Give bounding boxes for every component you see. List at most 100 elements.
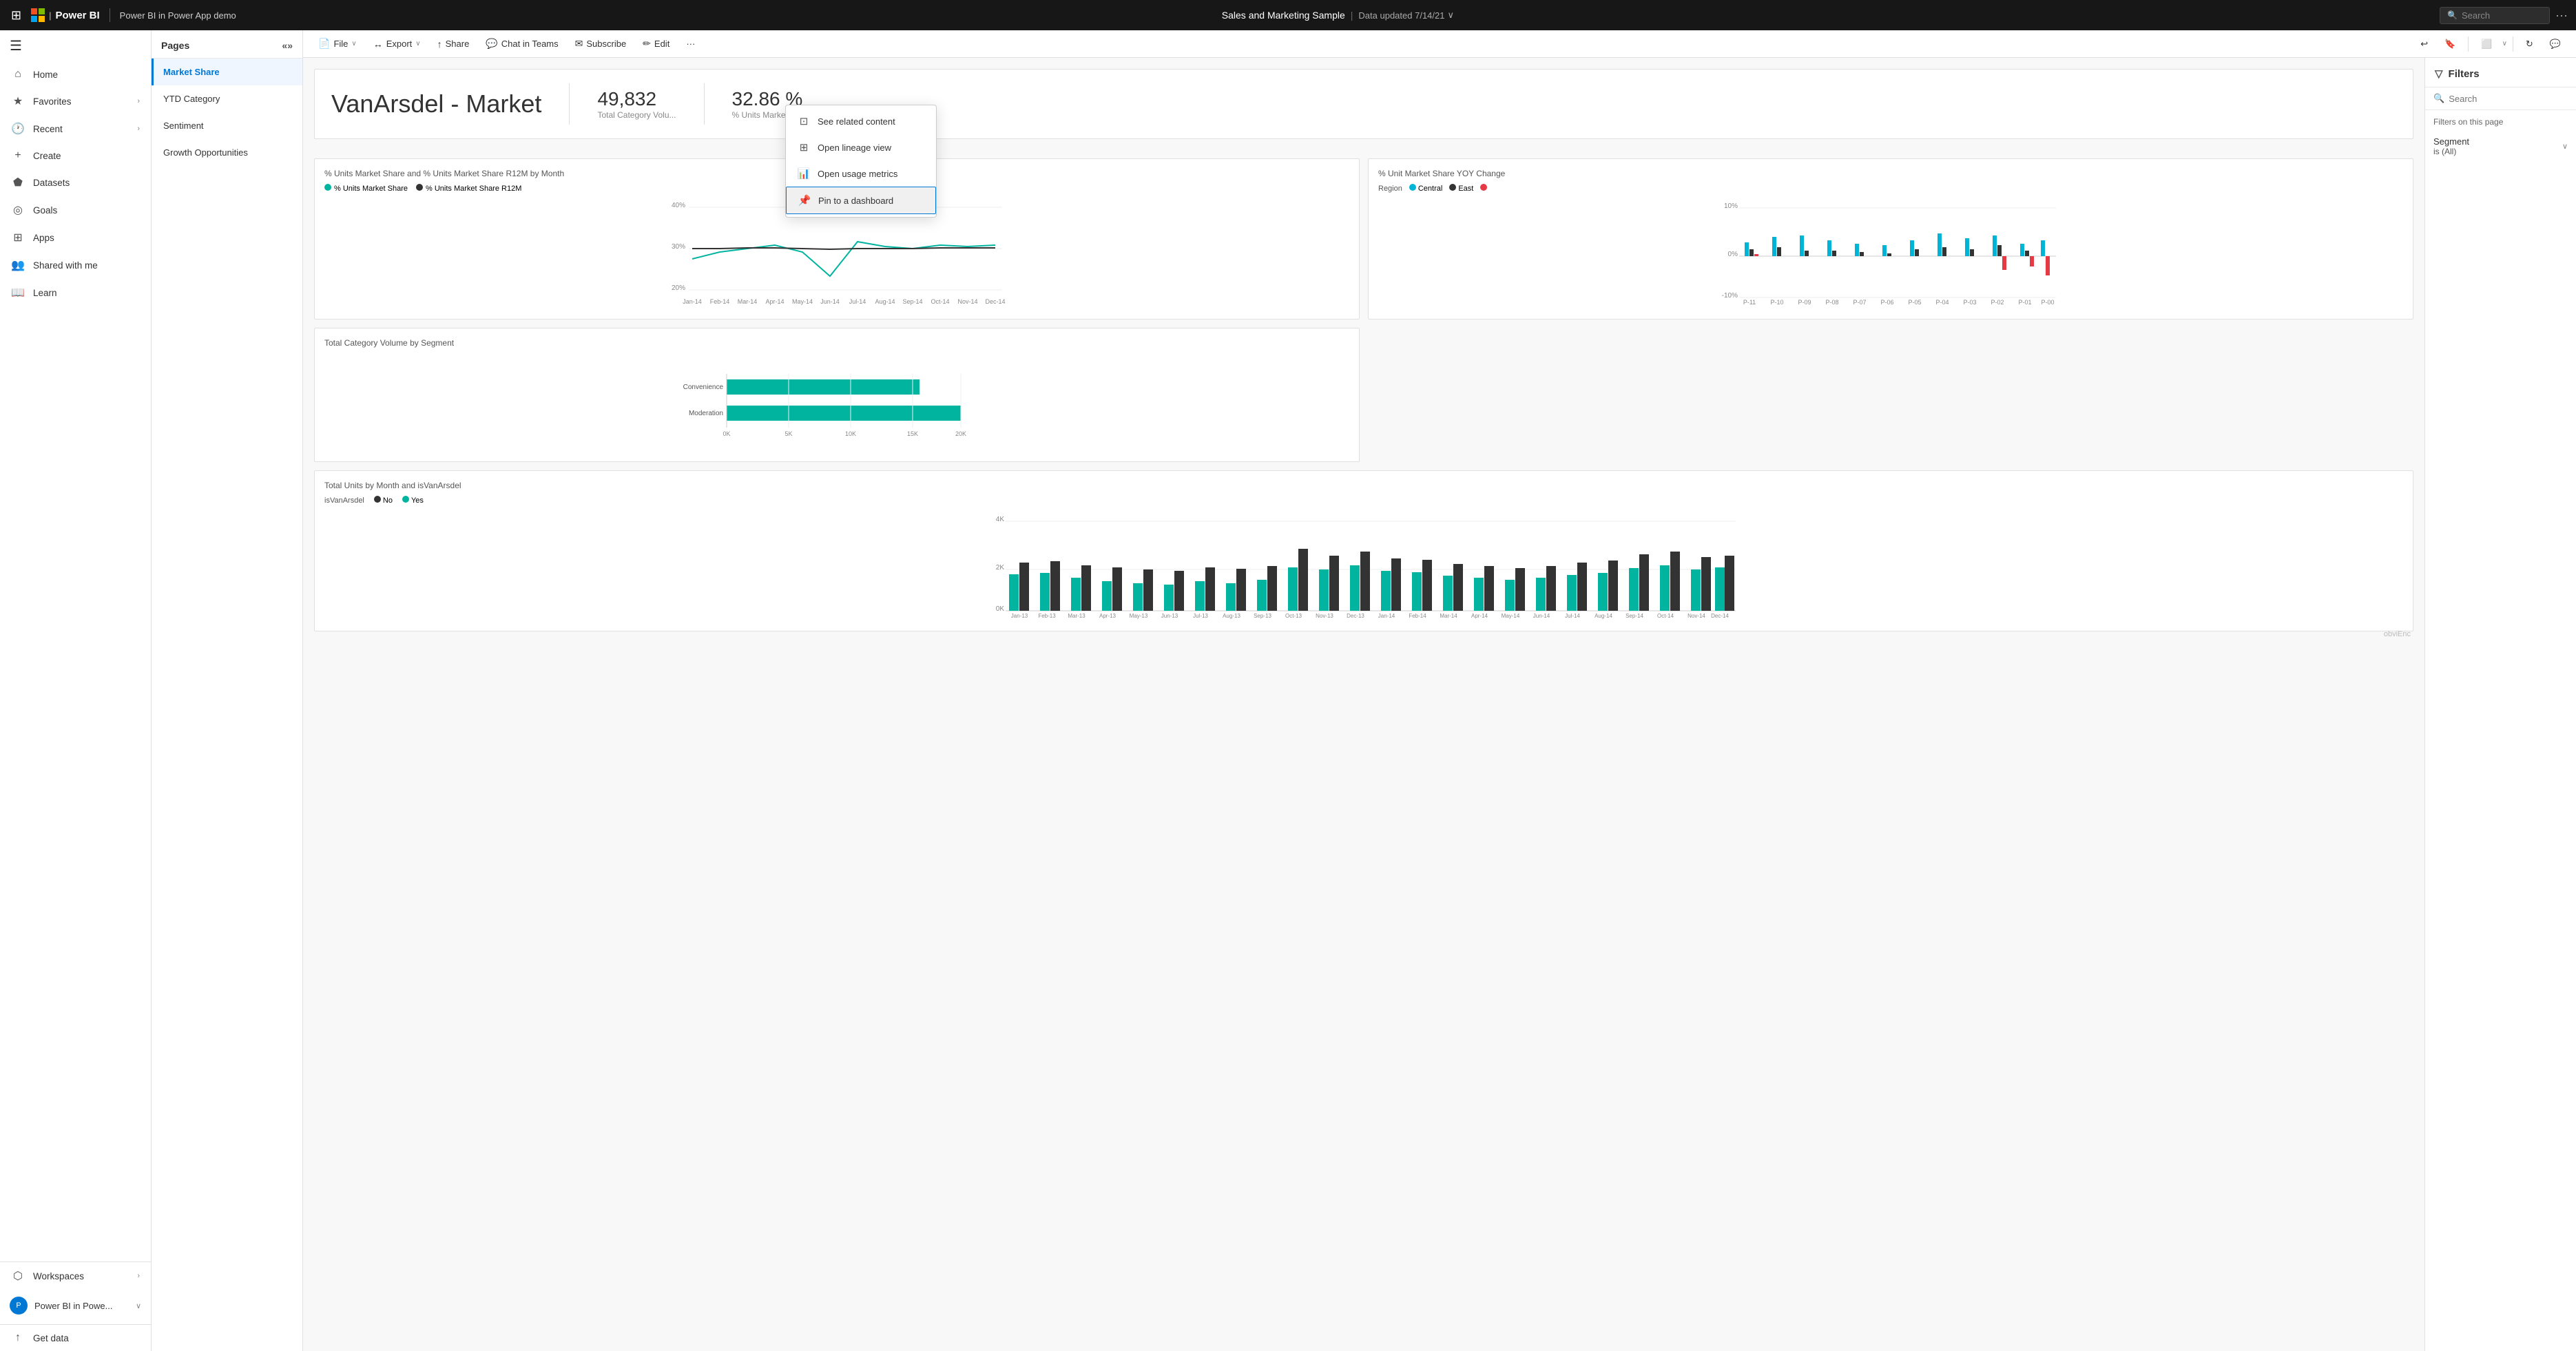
context-menu-item-pin-dashboard[interactable]: 📌 Pin to a dashboard	[786, 187, 936, 214]
sidebar-item-favorites[interactable]: ★ Favorites ›	[0, 87, 151, 115]
more-options-icon[interactable]: ···	[2555, 8, 2568, 23]
filters-search-input[interactable]	[2449, 94, 2570, 104]
filters-search[interactable]: 🔍	[2425, 87, 2576, 110]
sidebar-item-datasets[interactable]: ⬟ Datasets	[0, 169, 151, 196]
hero-metric-volume: 49,832 Total Category Volu...	[597, 88, 676, 120]
more-button[interactable]: ···	[679, 35, 702, 52]
sidebar-item-home[interactable]: ⌂ Home	[0, 61, 151, 87]
pages-collapse-icon[interactable]: «»	[282, 40, 293, 51]
context-menu-item-open-usage[interactable]: 📊 Open usage metrics	[786, 160, 936, 187]
filter-value: is (All)	[2433, 147, 2469, 156]
svg-text:P-09: P-09	[1798, 299, 1811, 306]
export-button[interactable]: ↔ Export ∨	[366, 35, 428, 53]
hero-divider-2	[704, 83, 705, 125]
filter-item-segment[interactable]: Segment is (All) ∨	[2425, 131, 2576, 162]
chevron-down-icon: ∨	[2562, 142, 2568, 151]
comment-button[interactable]: 💬	[2543, 35, 2568, 53]
svg-text:0%: 0%	[1728, 251, 1738, 258]
waffle-icon[interactable]: ⊞	[8, 6, 24, 25]
learn-icon: 📖	[11, 286, 25, 300]
sidebar-bottom: ⬡ Workspaces › P Power BI in Powe... ∨ ↑…	[0, 1261, 151, 1351]
file-button[interactable]: 📄 File ∨	[311, 34, 364, 53]
sidebar-item-create[interactable]: + Create	[0, 143, 151, 169]
sidebar-item-powerbi-workspace[interactable]: P Power BI in Powe... ∨	[0, 1290, 151, 1321]
share-icon: ↑	[437, 39, 442, 50]
top-bar: ⊞ | Power BI Power BI in Power App demo …	[0, 0, 2576, 30]
report-and-filters: VanArsdel - Market 49,832 Total Category…	[303, 58, 2576, 1351]
sidebar-item-label: Recent	[33, 124, 129, 134]
charts-row: % Units Market Share and % Units Market …	[314, 158, 2413, 320]
sidebar-item-shared[interactable]: 👥 Shared with me	[0, 251, 151, 279]
export-label: Export	[386, 39, 413, 49]
page-item-growth-opp[interactable]: Growth Opportunities	[152, 139, 302, 166]
chart-title: % Unit Market Share YOY Change	[1378, 169, 2403, 178]
chat-button[interactable]: 💬 Chat in Teams	[479, 34, 565, 53]
context-menu-label: See related content	[818, 116, 895, 127]
charts-row-2: Total Category Volume by Segment Conveni…	[314, 328, 2413, 462]
datasets-icon: ⬟	[11, 176, 25, 189]
svg-text:Jul-14: Jul-14	[849, 298, 866, 305]
legend-label: Yes	[411, 496, 424, 505]
sidebar-toggle[interactable]: ☰	[0, 30, 151, 61]
svg-text:Oct-13: Oct-13	[1285, 613, 1302, 619]
svg-text:Convenience: Convenience	[683, 384, 724, 391]
edit-button[interactable]: ✏ Edit	[636, 34, 676, 53]
chevron-down-icon: ∨	[351, 40, 356, 48]
svg-text:Apr-14: Apr-14	[1471, 613, 1488, 619]
sidebar-item-label: Learn	[33, 288, 140, 298]
svg-text:Feb-13: Feb-13	[1038, 613, 1056, 619]
svg-text:Feb-14: Feb-14	[1409, 613, 1426, 619]
svg-text:Moderation: Moderation	[689, 410, 723, 417]
create-icon: +	[11, 149, 25, 162]
sidebar-item-apps[interactable]: ⊞ Apps	[0, 224, 151, 251]
pages-header: Pages «»	[152, 30, 302, 59]
svg-text:Oct-14: Oct-14	[931, 298, 949, 305]
share-button[interactable]: ↑ Share	[430, 35, 477, 53]
main-layout: ☰ ⌂ Home ★ Favorites › 🕐 Recent › + Crea…	[0, 30, 2576, 1351]
svg-text:Dec-13: Dec-13	[1347, 613, 1364, 619]
svg-text:P-00: P-00	[2041, 299, 2054, 306]
page-item-market-share[interactable]: Market Share	[152, 59, 302, 85]
chevron-down-icon[interactable]: ∨	[1447, 10, 1454, 21]
svg-text:Oct-14: Oct-14	[1657, 613, 1674, 619]
chart-title: Total Units by Month and isVanArsdel	[324, 481, 2403, 490]
product-name-label: Power BI	[55, 10, 99, 21]
goals-icon: ◎	[11, 203, 25, 217]
sidebar-item-goals[interactable]: ◎ Goals	[0, 196, 151, 224]
svg-text:Jun-14: Jun-14	[1533, 613, 1550, 619]
toolbar-right: ↩ 🔖 ⬜ ∨ ↻ 💬	[2413, 35, 2568, 53]
undo-button[interactable]: ↩	[2413, 35, 2435, 53]
svg-text:Jul-13: Jul-13	[1193, 613, 1208, 619]
svg-text:40%: 40%	[672, 202, 685, 209]
sidebar-item-get-data[interactable]: ↑ Get data	[0, 1324, 151, 1351]
page-item-sentiment[interactable]: Sentiment	[152, 112, 302, 139]
sidebar-item-learn[interactable]: 📖 Learn	[0, 279, 151, 306]
legend-label: Central	[1418, 185, 1442, 193]
bookmark-button[interactable]: 🔖	[2438, 35, 2462, 53]
pin-icon: 📌	[798, 194, 811, 207]
svg-text:Dec-14: Dec-14	[985, 298, 1005, 305]
context-menu-item-open-lineage[interactable]: ⊞ Open lineage view	[786, 134, 936, 160]
sidebar-item-workspaces[interactable]: ⬡ Workspaces ›	[0, 1262, 151, 1290]
svg-text:Jun-13: Jun-13	[1161, 613, 1178, 619]
search-box[interactable]: 🔍 Search	[2440, 7, 2550, 24]
svg-text:-10%: -10%	[1722, 292, 1738, 300]
yoy-chart-svg: 10% 0% -10%	[1378, 196, 2403, 306]
page-item-ytd-category[interactable]: YTD Category	[152, 85, 302, 112]
fit-page-chevron[interactable]: ∨	[2502, 40, 2507, 48]
svg-text:Sep-14: Sep-14	[902, 298, 922, 305]
svg-text:Nov-14: Nov-14	[1687, 613, 1705, 619]
chevron-down-icon: ∨	[136, 1301, 141, 1310]
filter-icon: ▽	[2435, 67, 2443, 80]
sidebar-item-label: Shared with me	[33, 260, 140, 271]
legend-label: No	[383, 496, 393, 505]
search-icon: 🔍	[2433, 93, 2444, 104]
context-menu-item-see-related[interactable]: ⊡ See related content	[786, 108, 936, 134]
sidebar-item-recent[interactable]: 🕐 Recent ›	[0, 115, 151, 143]
fit-page-button[interactable]: ⬜	[2474, 35, 2499, 53]
svg-text:P-05: P-05	[1908, 299, 1921, 306]
chart-legend: isVanArsdel No Yes	[324, 496, 2403, 505]
refresh-button[interactable]: ↻	[2519, 35, 2540, 53]
subscribe-icon: ✉	[575, 38, 583, 50]
subscribe-button[interactable]: ✉ Subscribe	[568, 34, 634, 53]
